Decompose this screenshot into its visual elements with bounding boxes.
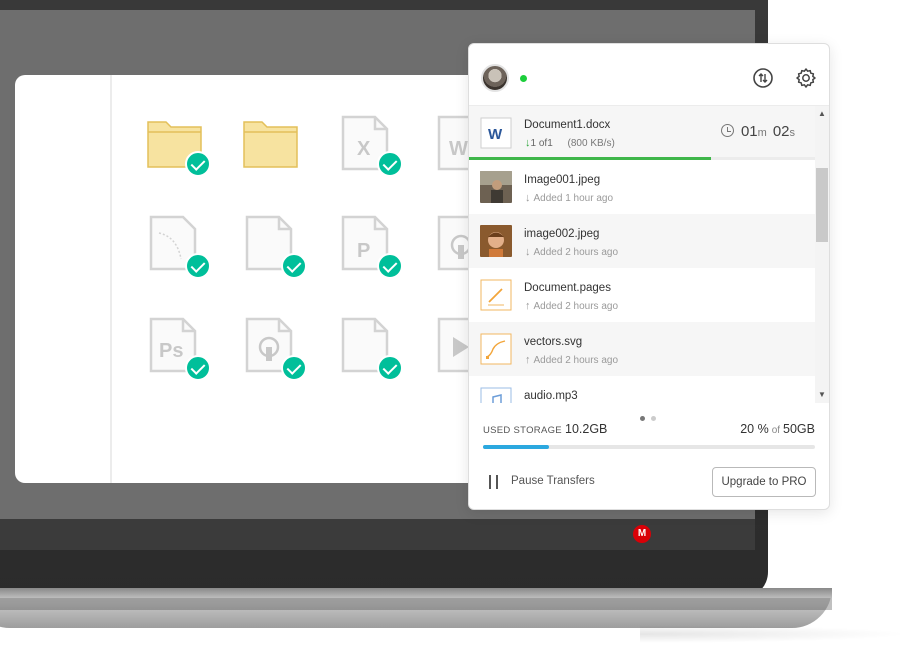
transfer-arrows-icon <box>753 68 773 88</box>
sync-panel: W Document1.docx ↓1 of1 (800 KB/s) 01m 02… <box>468 43 830 510</box>
svg-text:W: W <box>488 126 503 143</box>
list-item[interactable]: Document.pages ↑ Added 2 hours ago <box>469 268 815 322</box>
laptop-hinge <box>0 588 832 598</box>
upload-arrow-icon: ↑ <box>525 300 531 312</box>
vector-file-icon <box>480 333 512 365</box>
storage-used: 10.2GB <box>565 422 608 436</box>
laptop-keyboard-edge <box>0 598 832 610</box>
synced-check-icon <box>185 253 211 279</box>
pages-file-icon <box>480 279 512 311</box>
file-browser-window: X W P Ps <box>15 75 485 483</box>
document-file-item[interactable] <box>341 317 403 387</box>
laptop-shadow <box>640 625 909 643</box>
transfer-status: ↓ Added 1 hour ago <box>525 192 614 204</box>
storage-percent: 20 % of 50GB <box>740 422 815 436</box>
folder-item[interactable] <box>147 118 211 188</box>
transfer-filename: vectors.svg <box>524 336 583 348</box>
pause-icon[interactable] <box>488 475 500 489</box>
active-transfer-filename: Document1.docx <box>524 119 611 131</box>
transfer-status: ↓ Added 2 hours ago <box>525 246 619 258</box>
page-indicator[interactable] <box>640 408 662 426</box>
svg-text:X: X <box>357 138 371 160</box>
upload-arrow-icon: ↑ <box>525 354 531 366</box>
avatar[interactable] <box>481 64 509 92</box>
transfer-status: ↑ Added 2 hours ago <box>525 354 619 366</box>
transfer-status: ↑ Added 2 hours ago <box>525 300 619 312</box>
sidebar-divider <box>110 75 112 483</box>
powerpoint-file-item[interactable]: P <box>341 215 403 285</box>
synced-check-icon <box>185 151 211 177</box>
timer-seconds: 02 <box>772 123 790 140</box>
download-arrow-icon: ↓ <box>525 192 531 204</box>
list-item[interactable]: audio.mp3 <box>469 376 815 403</box>
timer-minutes: 01 <box>740 123 758 140</box>
transfer-count-current: 1 <box>530 138 537 149</box>
list-item[interactable]: image002.jpeg ↓ Added 2 hours ago <box>469 214 815 268</box>
photoshop-file-item[interactable]: Ps <box>149 317 211 387</box>
audio-file-icon <box>480 387 512 403</box>
transfer-list-scrollbar[interactable]: ▲ ▼ <box>815 106 829 403</box>
gear-icon <box>796 68 816 88</box>
list-item[interactable]: Image001.jpeg ↓ Added 1 hour ago <box>469 160 815 214</box>
synced-check-icon <box>185 355 211 381</box>
time-remaining: 01m 02s <box>720 123 801 140</box>
svg-text:Ps: Ps <box>159 340 183 362</box>
pause-transfers-button[interactable]: Pause Transfers <box>511 475 595 487</box>
vector-file-item[interactable] <box>149 215 211 285</box>
transfer-filename: audio.mp3 <box>524 390 578 402</box>
synced-check-icon <box>377 151 403 177</box>
folder-icon <box>243 121 298 168</box>
transfer-filename: Document.pages <box>524 282 611 294</box>
page-dot[interactable] <box>651 416 656 421</box>
clock-icon <box>720 124 734 137</box>
transfer-list[interactable]: W Document1.docx ↓1 of1 (800 KB/s) 01m 02… <box>469 106 815 403</box>
word-file-icon: W <box>480 117 512 149</box>
transfers-button[interactable] <box>751 66 775 90</box>
synced-check-icon <box>377 355 403 381</box>
audio-file-item[interactable] <box>245 317 307 387</box>
transfer-filename: Image001.jpeg <box>524 174 601 186</box>
active-transfer-meta: ↓1 of1 (800 KB/s) <box>525 137 615 149</box>
download-arrow-icon: ↓ <box>525 246 531 258</box>
online-status-dot <box>520 75 527 82</box>
transfer-count-of: of <box>538 138 548 149</box>
scrollbar-thumb[interactable] <box>816 168 828 242</box>
synced-check-icon <box>281 355 307 381</box>
settings-button[interactable] <box>794 66 818 90</box>
transfer-filename: image002.jpeg <box>524 228 600 240</box>
svg-text:P: P <box>357 240 370 262</box>
document-file-item[interactable] <box>245 215 307 285</box>
list-item[interactable]: vectors.svg ↑ Added 2 hours ago <box>469 322 815 376</box>
timer-minutes-unit: m <box>757 127 767 139</box>
excel-file-item[interactable]: X <box>341 115 403 185</box>
image-thumbnail <box>480 171 512 203</box>
transfer-speed: (800 KB/s) <box>567 138 615 149</box>
storage-label: USED STORAGE <box>483 425 562 436</box>
storage-bar <box>483 445 815 449</box>
mega-tray-icon[interactable]: M <box>633 525 651 543</box>
page-dot-active[interactable] <box>640 416 645 421</box>
svg-text:W: W <box>449 138 468 160</box>
storage-total: 50GB <box>783 422 815 436</box>
timer-seconds-unit: s <box>789 127 796 139</box>
folder-item[interactable] <box>243 118 303 188</box>
scroll-down-arrow-icon[interactable]: ▼ <box>818 391 826 399</box>
synced-check-icon <box>281 253 307 279</box>
panel-header <box>469 44 829 106</box>
active-transfer-row[interactable]: W Document1.docx ↓1 of1 (800 KB/s) 01m 02… <box>469 106 815 160</box>
image-thumbnail <box>480 225 512 257</box>
synced-check-icon <box>377 253 403 279</box>
upgrade-to-pro-button[interactable]: Upgrade to PRO <box>712 467 816 497</box>
storage-bar-fill <box>483 445 550 449</box>
scroll-up-arrow-icon[interactable]: ▲ <box>818 110 826 118</box>
transfer-count-total: 1 <box>547 138 553 149</box>
